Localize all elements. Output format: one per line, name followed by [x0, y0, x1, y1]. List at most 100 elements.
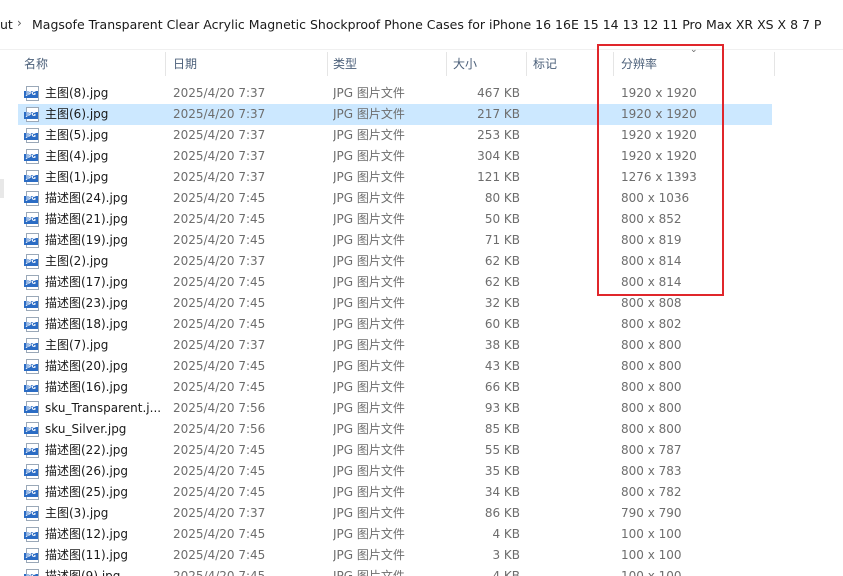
file-size: 3 KB	[492, 548, 520, 562]
file-row[interactable]: JPG sku_Transparent.j... 2025/4/20 7:56 JPG…	[18, 398, 772, 419]
jpg-file-icon: JPG	[24, 170, 40, 185]
file-size: 217 KB	[477, 107, 520, 121]
file-name: 描述图(19).jpg	[45, 233, 129, 247]
file-row[interactable]: JPG 描述图(20).jpg 2025/4/20 7:45 JPG 图片文件 43 K…	[18, 356, 772, 377]
file-size: 93 KB	[484, 401, 520, 415]
file-date: 2025/4/20 7:37	[173, 506, 266, 520]
jpg-badge: JPG	[24, 343, 38, 350]
file-name: 描述图(26).jpg	[45, 464, 129, 478]
file-row[interactable]: JPG 描述图(9).jpg 2025/4/20 7:45 JPG 图片文件 4 KB 1…	[18, 566, 772, 576]
file-date: 2025/4/20 7:37	[173, 128, 266, 142]
file-row[interactable]: JPG 描述图(23).jpg 2025/4/20 7:45 JPG 图片文件 32 K…	[18, 293, 772, 314]
breadcrumb-prev-segment[interactable]: ut	[0, 17, 13, 32]
column-header-date[interactable]: 日期	[167, 50, 327, 78]
file-resolution: 800 x 800	[621, 401, 682, 415]
jpg-badge: JPG	[24, 154, 38, 161]
file-resolution: 790 x 790	[621, 506, 682, 520]
file-size: 50 KB	[484, 212, 520, 226]
file-size: 34 KB	[484, 485, 520, 499]
file-row[interactable]: JPG 主图(3).jpg 2025/4/20 7:37 JPG 图片文件 86 KB 7…	[18, 503, 772, 524]
file-type: JPG 图片文件	[333, 317, 405, 331]
jpg-file-icon: JPG	[24, 569, 40, 576]
file-row[interactable]: JPG 描述图(22).jpg 2025/4/20 7:45 JPG 图片文件 55 K…	[18, 440, 772, 461]
jpg-badge: JPG	[24, 238, 38, 245]
file-type: JPG 图片文件	[333, 485, 405, 499]
file-type: JPG 图片文件	[333, 86, 405, 100]
file-row[interactable]: JPG 描述图(26).jpg 2025/4/20 7:45 JPG 图片文件 35 K…	[18, 461, 772, 482]
jpg-file-icon: JPG	[24, 128, 40, 143]
column-header-name[interactable]: 名称	[18, 50, 165, 78]
jpg-badge: JPG	[24, 553, 38, 560]
file-type: JPG 图片文件	[333, 359, 405, 373]
file-date: 2025/4/20 7:45	[173, 443, 266, 457]
file-type: JPG 图片文件	[333, 338, 405, 352]
file-name: 描述图(22).jpg	[45, 443, 129, 457]
file-row[interactable]: JPG 描述图(16).jpg 2025/4/20 7:45 JPG 图片文件 66 K…	[18, 377, 772, 398]
file-type: JPG 图片文件	[333, 380, 405, 394]
file-size: 62 KB	[484, 275, 520, 289]
file-type: JPG 图片文件	[333, 569, 405, 576]
file-type: JPG 图片文件	[333, 527, 405, 541]
column-divider[interactable]	[774, 52, 775, 76]
file-size: 62 KB	[484, 254, 520, 268]
jpg-file-icon: JPG	[24, 275, 40, 290]
file-row[interactable]: JPG 描述图(12).jpg 2025/4/20 7:45 JPG 图片文件 4 KB…	[18, 524, 772, 545]
file-size: 4 KB	[492, 569, 520, 576]
jpg-badge: JPG	[24, 406, 38, 413]
file-date: 2025/4/20 7:37	[173, 149, 266, 163]
file-date: 2025/4/20 7:45	[173, 527, 266, 541]
jpg-badge: JPG	[24, 112, 38, 119]
jpg-file-icon: JPG	[24, 107, 40, 122]
file-size: 4 KB	[492, 527, 520, 541]
file-name: 描述图(20).jpg	[45, 359, 129, 373]
file-date: 2025/4/20 7:56	[173, 401, 266, 415]
file-date: 2025/4/20 7:45	[173, 317, 266, 331]
file-row[interactable]: JPG sku_Silver.jpg 2025/4/20 7:56 JPG 图片文件 8…	[18, 419, 772, 440]
file-type: JPG 图片文件	[333, 191, 405, 205]
file-name: sku_Transparent.j...	[45, 401, 162, 415]
file-date: 2025/4/20 7:45	[173, 485, 266, 499]
file-resolution: 800 x 800	[621, 422, 682, 436]
jpg-file-icon: JPG	[24, 485, 40, 500]
file-type: JPG 图片文件	[333, 422, 405, 436]
file-size: 253 KB	[477, 128, 520, 142]
file-row[interactable]: JPG 描述图(11).jpg 2025/4/20 7:45 JPG 图片文件 3 KB…	[18, 545, 772, 566]
file-type: JPG 图片文件	[333, 212, 405, 226]
jpg-badge: JPG	[24, 322, 38, 329]
file-name: 主图(1).jpg	[45, 170, 109, 184]
file-name: 描述图(23).jpg	[45, 296, 129, 310]
jpg-badge: JPG	[24, 133, 38, 140]
file-date: 2025/4/20 7:45	[173, 380, 266, 394]
file-size: 60 KB	[484, 317, 520, 331]
file-name: 描述图(18).jpg	[45, 317, 129, 331]
file-row[interactable]: JPG 描述图(18).jpg 2025/4/20 7:45 JPG 图片文件 60 K…	[18, 314, 772, 335]
column-divider[interactable]	[165, 52, 166, 76]
file-size: 304 KB	[477, 149, 520, 163]
file-date: 2025/4/20 7:37	[173, 86, 266, 100]
file-date: 2025/4/20 7:45	[173, 212, 266, 226]
file-date: 2025/4/20 7:45	[173, 359, 266, 373]
file-resolution: 100 x 100	[621, 527, 682, 541]
jpg-badge: JPG	[24, 427, 38, 434]
jpg-file-icon: JPG	[24, 296, 40, 311]
file-size: 55 KB	[484, 443, 520, 457]
jpg-badge: JPG	[24, 364, 38, 371]
file-size: 38 KB	[484, 338, 520, 352]
jpg-file-icon: JPG	[24, 506, 40, 521]
file-type: JPG 图片文件	[333, 233, 405, 247]
jpg-file-icon: JPG	[24, 380, 40, 395]
file-size: 71 KB	[484, 233, 520, 247]
file-row[interactable]: JPG 主图(7).jpg 2025/4/20 7:37 JPG 图片文件 38 KB 8…	[18, 335, 772, 356]
file-size: 32 KB	[484, 296, 520, 310]
breadcrumb-chevron-icon[interactable]: ›	[17, 16, 22, 30]
file-row[interactable]: JPG 描述图(25).jpg 2025/4/20 7:45 JPG 图片文件 34 K…	[18, 482, 772, 503]
column-header-size[interactable]: 大小	[447, 50, 527, 78]
column-header-type[interactable]: 类型	[327, 50, 447, 78]
jpg-file-icon: JPG	[24, 401, 40, 416]
file-name: sku_Silver.jpg	[45, 422, 127, 436]
address-bar[interactable]: ut › Magsofe Transparent Clear Acrylic M…	[0, 0, 843, 50]
file-date: 2025/4/20 7:45	[173, 464, 266, 478]
file-type: JPG 图片文件	[333, 275, 405, 289]
jpg-file-icon: JPG	[24, 191, 40, 206]
breadcrumb-current-folder[interactable]: Magsofe Transparent Clear Acrylic Magnet…	[32, 17, 843, 32]
